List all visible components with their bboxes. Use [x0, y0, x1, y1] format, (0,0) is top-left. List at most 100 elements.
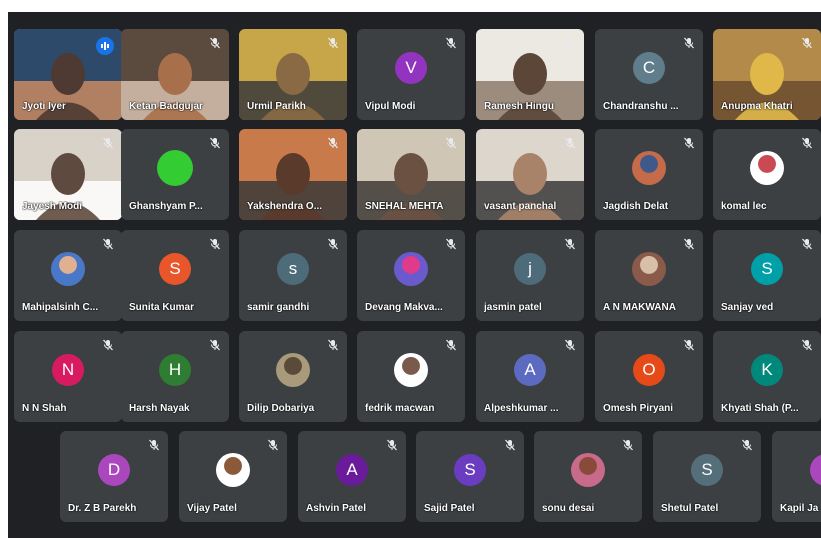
participant-name: Dilip Dobariya [247, 403, 315, 414]
avatar-photo [750, 151, 784, 186]
participant-tile[interactable]: H Harsh Nayak [121, 331, 229, 422]
mic-off-icon [328, 137, 338, 149]
mic-off-icon [684, 339, 694, 351]
mic-off-icon [446, 339, 456, 351]
mic-off-icon [446, 37, 456, 49]
participant-tile[interactable]: Mahipalsinh C... [14, 230, 122, 321]
participant-tile[interactable]: Anupma Khatri [713, 29, 821, 120]
participant-name: Jagdish Delat [603, 201, 669, 212]
avatar-letter: A [514, 354, 546, 387]
participant-name: Devang Makva... [365, 302, 443, 313]
avatar-letter: s [277, 253, 309, 286]
participant-name: N N Shah [22, 403, 67, 414]
avatar-letter: S [751, 253, 783, 286]
participant-tile[interactable]: Urmil Parikh [239, 29, 347, 120]
participant-name: Kapil Ja [780, 503, 819, 514]
participant-tile[interactable]: Vijay Patel [179, 431, 287, 522]
participant-tile[interactable]: Jayesh Modi [14, 129, 122, 220]
mic-off-icon [387, 439, 397, 451]
mic-off-icon [565, 37, 575, 49]
mic-off-icon [103, 137, 113, 149]
participant-name: Ashvin Patel [306, 503, 367, 514]
mic-off-icon [210, 339, 220, 351]
mic-off-icon [742, 439, 752, 451]
participant-name: Mahipalsinh C... [22, 302, 99, 313]
mic-off-icon [684, 37, 694, 49]
participant-name: Vijay Patel [187, 503, 237, 514]
participant-tile[interactable]: Ramesh Hingu [476, 29, 584, 120]
mic-off-icon [684, 137, 694, 149]
participant-tile[interactable]: komal lec [713, 129, 821, 220]
participant-name: Anupma Khatri [721, 101, 793, 112]
avatar-photo [216, 453, 250, 488]
participant-name: Shetul Patel [661, 503, 719, 514]
participant-tile[interactable]: fedrik macwan [357, 331, 465, 422]
avatar-photo [632, 252, 666, 287]
avatar-photo [51, 252, 85, 287]
mic-off-icon [210, 137, 220, 149]
avatar-letter: C [633, 52, 665, 85]
participant-name: Khyati Shah (P... [721, 403, 799, 414]
participant-name: Dr. Z B Parekh [68, 503, 137, 514]
participant-name: SNEHAL MEHTA [365, 201, 444, 212]
mic-off-icon [565, 238, 575, 250]
participant-name: Jayesh Modi [22, 201, 83, 212]
participant-name: Urmil Parikh [247, 101, 306, 112]
participant-name: A N MAKWANA [603, 302, 676, 313]
participant-name: vasant panchal [484, 201, 557, 212]
avatar [157, 150, 193, 187]
participant-tile[interactable]: S Sunita Kumar [121, 230, 229, 321]
participant-tile[interactable]: SNEHAL MEHTA [357, 129, 465, 220]
participant-name: Ghanshyam P... [129, 201, 203, 212]
participant-name: Jyoti Iyer [22, 101, 66, 112]
participant-tile[interactable]: Yakshendra O... [239, 129, 347, 220]
participant-tile[interactable]: C Chandranshu ... [595, 29, 703, 120]
participant-name: komal lec [721, 201, 767, 212]
participant-tile[interactable]: O Omesh Piryani [595, 331, 703, 422]
participant-tile[interactable]: A Ashvin Patel [298, 431, 406, 522]
participant-grid: Jyoti Iyer Ketan Badgujar Urmil Parikh V Vip… [8, 12, 821, 538]
participant-tile[interactable]: Devang Makva... [357, 230, 465, 321]
mic-off-icon [103, 238, 113, 250]
participant-tile[interactable]: vasant panchal [476, 129, 584, 220]
participant-tile[interactable]: K Khyati Shah (P... [713, 331, 821, 422]
participant-tile[interactable]: A N MAKWANA [595, 230, 703, 321]
mic-off-icon [802, 137, 812, 149]
avatar-letter: A [336, 454, 368, 487]
participant-tile[interactable]: S Sajid Patel [416, 431, 524, 522]
mic-off-icon [149, 439, 159, 451]
participant-name: Sanjay ved [721, 302, 774, 313]
participant-tile[interactable]: Jagdish Delat [595, 129, 703, 220]
participant-tile[interactable]: S Shetul Patel [653, 431, 761, 522]
participant-tile[interactable]: Ghanshyam P... [121, 129, 229, 220]
avatar-photo [632, 151, 666, 186]
mic-off-icon [802, 238, 812, 250]
participant-tile[interactable]: Dilip Dobariya [239, 331, 347, 422]
participant-name: Ketan Badgujar [129, 101, 203, 112]
participant-tile[interactable]: D Dr. Z B Parekh [60, 431, 168, 522]
meeting-window: Jyoti Iyer Ketan Badgujar Urmil Parikh V Vip… [8, 12, 821, 538]
mic-off-icon [328, 238, 338, 250]
mic-off-icon [103, 339, 113, 351]
participant-tile[interactable]: N N N Shah [14, 331, 122, 422]
participant-tile[interactable]: K Kapil Ja [772, 431, 821, 522]
mic-off-icon [210, 238, 220, 250]
participant-name: Ramesh Hingu [484, 101, 555, 112]
mic-off-icon [802, 339, 812, 351]
avatar-letter: N [52, 354, 84, 387]
avatar-photo [394, 353, 428, 388]
participant-tile[interactable]: V Vipul Modi [357, 29, 465, 120]
participant-tile[interactable]: A Alpeshkumar ... [476, 331, 584, 422]
mic-off-icon [328, 37, 338, 49]
participant-tile[interactable]: Ketan Badgujar [121, 29, 229, 120]
participant-tile[interactable]: s samir gandhi [239, 230, 347, 321]
mic-off-icon [210, 37, 220, 49]
participant-name: Alpeshkumar ... [484, 403, 559, 414]
participant-name: samir gandhi [247, 302, 310, 313]
mic-off-icon [268, 439, 278, 451]
participant-tile[interactable]: Jyoti Iyer [14, 29, 122, 120]
mic-off-icon [565, 339, 575, 351]
participant-tile[interactable]: j jasmin patel [476, 230, 584, 321]
participant-tile[interactable]: S Sanjay ved [713, 230, 821, 321]
participant-tile[interactable]: sonu desai [534, 431, 642, 522]
